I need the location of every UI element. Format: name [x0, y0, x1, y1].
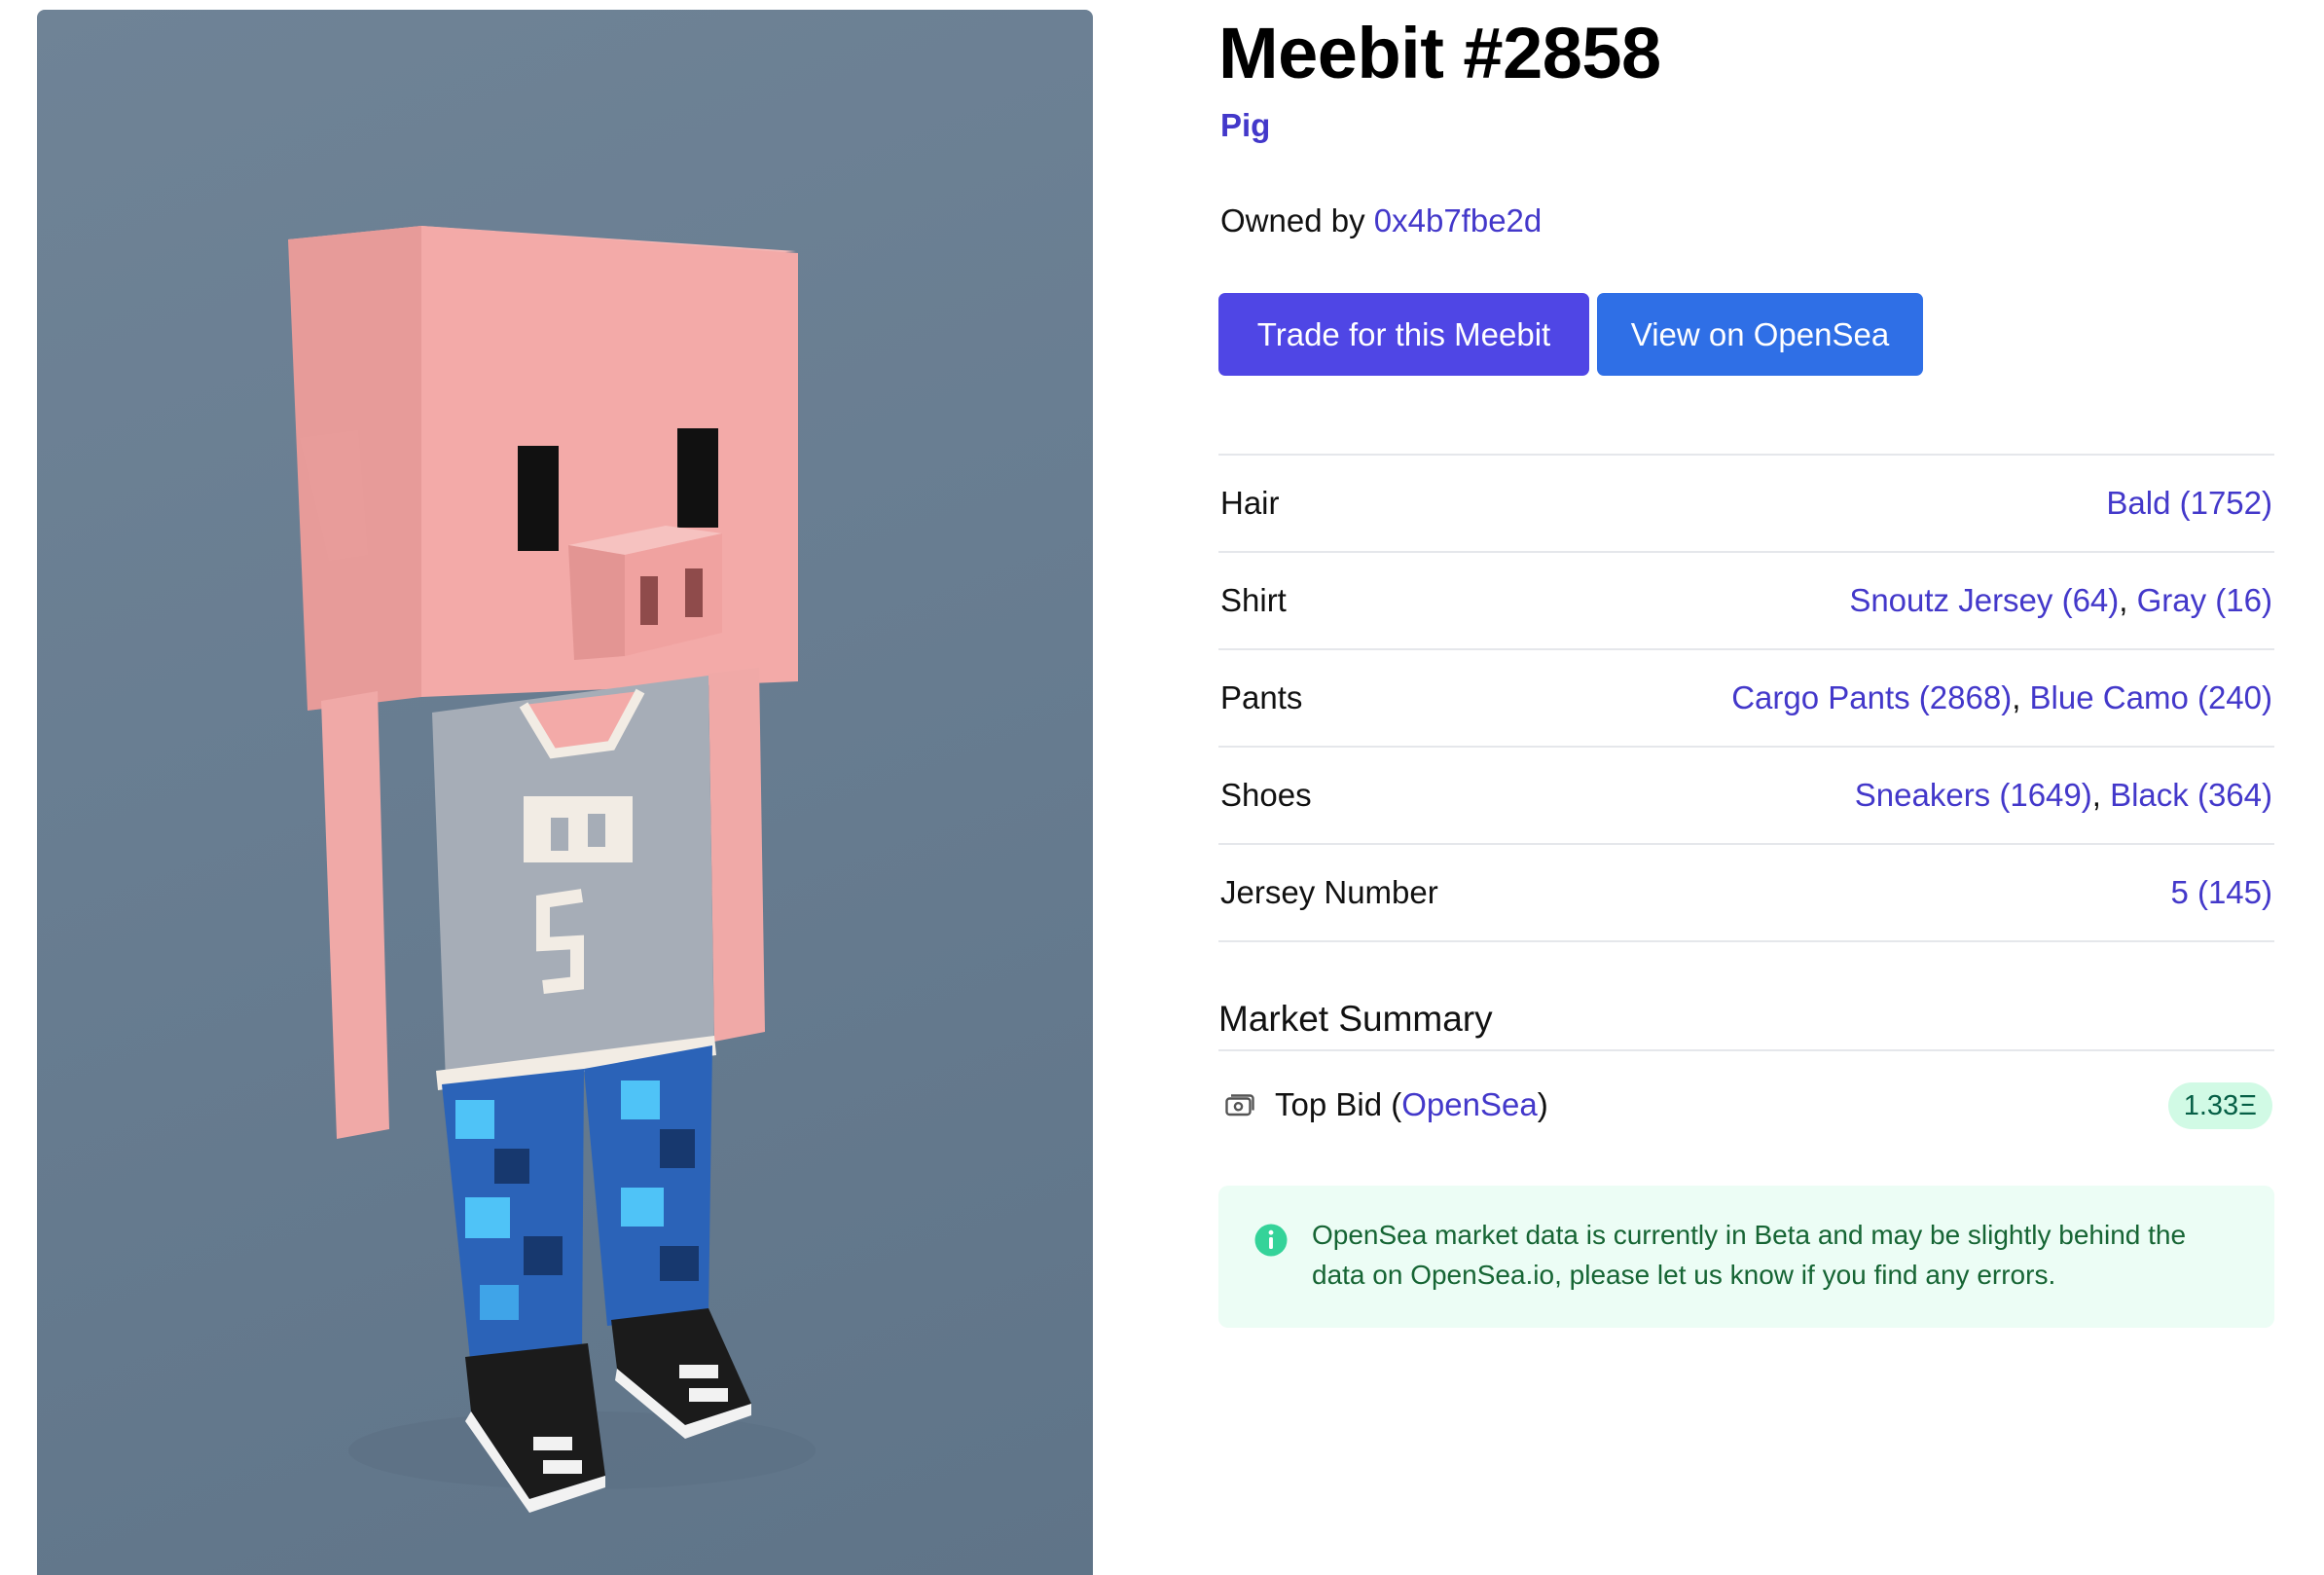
- trait-value-link[interactable]: Snoutz Jersey (64): [1849, 582, 2119, 618]
- beta-notice-text: OpenSea market data is currently in Beta…: [1312, 1220, 2187, 1290]
- type-link[interactable]: Pig: [1220, 107, 1270, 144]
- owner-line: Owned by 0x4b7fbe2d: [1220, 202, 1542, 239]
- meebit-artwork: [37, 10, 1093, 1575]
- trait-value-link[interactable]: 5 (145): [2170, 874, 2272, 910]
- trait-values: Bald (1752): [2106, 485, 2274, 522]
- trait-value-separator: ,: [2012, 679, 2030, 715]
- trait-row: Pants Cargo Pants (2868), Blue Camo (240): [1218, 650, 2274, 748]
- trait-value-link[interactable]: Bald (1752): [2106, 485, 2272, 521]
- top-bid-label: Top Bid (OpenSea): [1275, 1086, 1548, 1122]
- view-on-opensea-button[interactable]: View on OpenSea: [1597, 293, 1923, 376]
- trait-values: Cargo Pants (2868), Blue Camo (240): [1731, 679, 2274, 716]
- trait-row: Jersey Number 5 (145): [1218, 845, 2274, 942]
- trade-button[interactable]: Trade for this Meebit: [1218, 293, 1589, 376]
- trait-row: Hair Bald (1752): [1218, 456, 2274, 553]
- info-circle-icon: [1254, 1224, 1288, 1257]
- trait-values: 5 (145): [2170, 874, 2274, 911]
- top-bid-value-badge: 1.33Ξ: [2167, 1082, 2272, 1129]
- trait-row: Shoes Sneakers (1649), Black (364): [1218, 748, 2274, 845]
- trait-value-link[interactable]: Sneakers (1649): [1855, 777, 2092, 813]
- owner-label: Owned by: [1220, 202, 1365, 238]
- trait-name: Shirt: [1220, 582, 1287, 618]
- trait-name: Hair: [1220, 485, 1280, 521]
- trait-value-link[interactable]: Gray (16): [2137, 582, 2272, 618]
- trait-values: Sneakers (1649), Black (364): [1855, 777, 2274, 814]
- page-title: Meebit #2858: [1218, 13, 1661, 93]
- owner-address-link[interactable]: 0x4b7fbe2d: [1374, 202, 1543, 238]
- trait-row: Shirt Snoutz Jersey (64), Gray (16): [1218, 553, 2274, 650]
- trait-name: Pants: [1220, 679, 1303, 715]
- trait-value-link[interactable]: Black (364): [2110, 777, 2272, 813]
- trait-name: Jersey Number: [1220, 874, 1438, 910]
- top-bid-row: Top Bid (OpenSea) 1.33Ξ: [1218, 1081, 2274, 1131]
- trait-name: Shoes: [1220, 777, 1312, 813]
- trait-value-link[interactable]: Blue Camo (240): [2030, 679, 2272, 715]
- beta-notice: OpenSea market data is currently in Beta…: [1218, 1186, 2274, 1328]
- trait-value-separator: ,: [2119, 582, 2137, 618]
- market-summary-heading: Market Summary: [1218, 999, 1493, 1039]
- market-divider: [1218, 1049, 2274, 1051]
- top-bid-source-link[interactable]: OpenSea: [1401, 1086, 1537, 1122]
- trait-value-link[interactable]: Cargo Pants (2868): [1731, 679, 2012, 715]
- traits-table: Hair Bald (1752) Shirt Snoutz Jersey (64), …: [1218, 454, 2274, 942]
- money-icon: [1225, 1094, 1254, 1117]
- pig-character-image: [288, 226, 816, 1513]
- trait-values: Snoutz Jersey (64), Gray (16): [1849, 582, 2274, 619]
- trait-value-separator: ,: [2091, 777, 2111, 813]
